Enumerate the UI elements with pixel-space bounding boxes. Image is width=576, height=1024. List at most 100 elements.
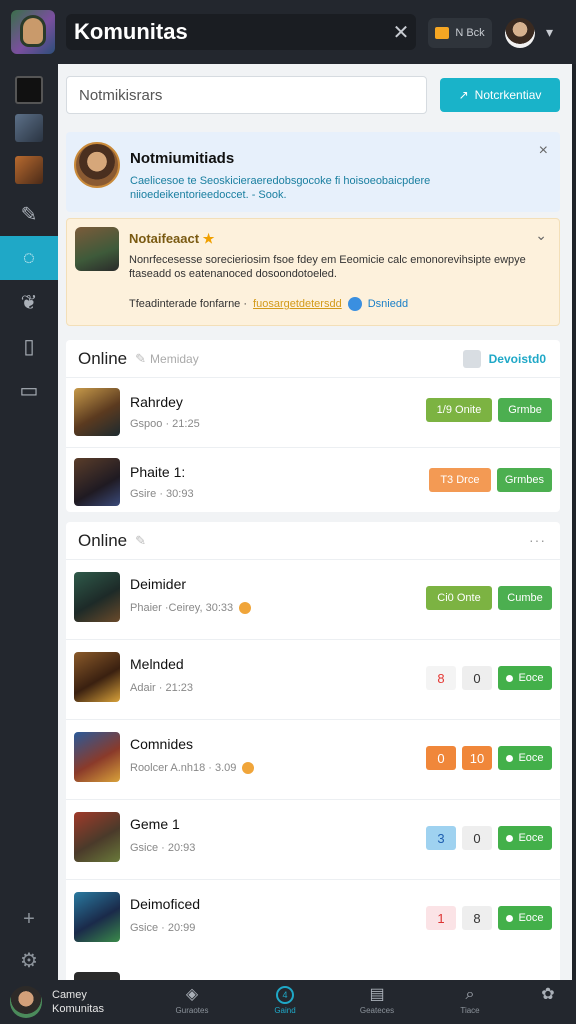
action-button[interactable]: Grmbes (496, 468, 552, 492)
calendar-icon (462, 350, 481, 368)
game-thumb (74, 972, 120, 980)
list-item[interactable]: Deimoficed Gsice · 20:99 1 8 Eoce (66, 880, 560, 960)
online-button[interactable]: Eoce (498, 746, 552, 770)
primary-action-label: Notcrkentiav (474, 88, 542, 102)
count-badge[interactable]: 3 (426, 826, 456, 850)
alert-footer: Tfeadinterade fonfarne · fuosargetdeters… (129, 297, 408, 311)
search-input[interactable]: Notmikisrars (66, 76, 427, 114)
tab-store[interactable]: ▤ Geateces (347, 986, 407, 1015)
partial-list-item (66, 968, 560, 980)
online-button[interactable]: Eoce (498, 906, 552, 930)
notice-card: Notmiumitiads Caelicesoe te Seoskicierae… (66, 132, 560, 212)
row-actions: 0 10 Eoce (426, 746, 552, 770)
game-thumb (74, 652, 120, 702)
currency-pill[interactable]: N Bck (428, 18, 492, 48)
close-icon[interactable]: ✕ (386, 20, 416, 45)
avatar[interactable] (10, 986, 42, 1018)
list-item[interactable]: Geme 1 Gsice · 20:93 3 0 Eoce (66, 800, 560, 880)
rail-item-book[interactable]: ▯ (0, 324, 58, 368)
edit-icon[interactable]: ✎ (135, 351, 146, 367)
edit-icon[interactable]: ✎ (135, 533, 146, 549)
row-name: Deimider (130, 576, 187, 592)
settings-icon[interactable]: ⚙ (0, 948, 58, 973)
rail-item-message[interactable]: ▭ (0, 368, 58, 412)
section-right-action[interactable]: Devoistd0 (462, 350, 546, 368)
online-button[interactable]: Eoce (498, 826, 552, 850)
alert-card: Notaifeaact ★ ⌄ Nonrfecesesse sorecierio… (66, 218, 560, 326)
count-badge[interactable]: 0 (426, 746, 456, 770)
chevron-down-icon[interactable]: ▾ (546, 24, 553, 41)
main-panel: Notmikisrars ↗ Notcrkentiav Notmiumitiad… (58, 64, 572, 980)
count-badge[interactable]: 1 (426, 906, 456, 930)
close-icon[interactable]: × (539, 142, 548, 160)
count-badge[interactable]: 8 (426, 666, 456, 690)
list-item[interactable]: Melnded Adair · 21:23 8 0 Eoce (66, 640, 560, 720)
tab-home[interactable]: 4 Gaind (255, 986, 315, 1015)
shield-icon: ❦ (20, 291, 38, 314)
row-meta: Phaier ·Ceirey, 30:33 (130, 602, 252, 614)
notice-text: Caelicesoe te Seoskicieraeredobsgocoke f… (130, 175, 431, 201)
top-search-bar[interactable]: Komunitas ✕ (66, 14, 416, 50)
alert-footer-link[interactable]: fuosargetdetersdd (253, 298, 342, 310)
tab-search[interactable]: ⌕ Tiace (440, 986, 500, 1015)
game-thumb (74, 388, 120, 436)
row-meta: Gsire · 30:93 (130, 488, 194, 500)
search-icon: ⌕ (465, 986, 475, 1003)
row-name: Deimoficed (130, 896, 201, 912)
game-thumb-icon (15, 156, 43, 184)
count-badge[interactable]: 10 (462, 746, 492, 770)
user-avatar[interactable] (505, 18, 535, 48)
home-icon: 4 (276, 986, 294, 1004)
tab-label: Gaind (274, 1006, 296, 1015)
app-window: Komunitas ✕ N Bck ▾ ✎ ◌ ❦ ▯ ▭ + ⚙ Notmik… (0, 0, 576, 1024)
list-item[interactable]: Phaite 1: Gsire · 30:93 T3 Drce Grmbes (66, 448, 560, 518)
action-button[interactable]: Cumbe (498, 586, 552, 610)
row-meta: Gsice · 20:93 (130, 842, 196, 854)
tab-guides[interactable]: ◈ Guraotes (162, 986, 222, 1015)
row-actions: 3 0 Eoce (426, 826, 552, 850)
more-icon[interactable]: ··· (529, 532, 546, 548)
count-badge[interactable]: 0 (462, 826, 492, 850)
tab-settings[interactable]: ✿ (518, 986, 576, 1004)
status-button[interactable]: Ci0 Onte (426, 586, 492, 610)
list-item[interactable]: Rahrdey Gspoo · 21:25 1/9 Onite Grmbe (66, 378, 560, 448)
notice-title: Notmiumitiads (130, 150, 235, 167)
row-meta: Adair · 21:23 (130, 682, 193, 694)
gear-icon: ✿ (541, 986, 555, 1003)
tab-label: Guraotes (175, 1006, 209, 1015)
row-name: Rahrdey (130, 394, 183, 410)
rail-item-shield[interactable]: ❦ (0, 280, 58, 324)
list-item[interactable]: Comnides Roolcer A.nh18 · 3.09 0 10 Eoce (66, 720, 560, 800)
app-logo[interactable] (11, 10, 55, 54)
row-name: Geme 1 (130, 816, 180, 832)
row-actions: T3 Drce Grmbes (428, 468, 552, 492)
list-item[interactable]: Deimider Phaier ·Ceirey, 30:33 Ci0 Onte … (66, 560, 560, 640)
alert-footer-link-2[interactable]: Dsniedd (368, 298, 408, 310)
row-actions: 1 8 Eoce (426, 906, 552, 930)
star-icon: ★ (202, 231, 215, 246)
status-button[interactable]: T3 Drce (428, 468, 491, 492)
primary-action-button[interactable]: ↗ Notcrkentiav (440, 78, 560, 112)
rail-item-puzzle[interactable]: ✎ (0, 192, 58, 236)
row-name: Phaite 1: (130, 464, 186, 480)
notice-avatar (74, 142, 120, 188)
rail-item-chat[interactable]: ◌ (0, 236, 58, 280)
action-button[interactable]: Grmbe (498, 398, 552, 422)
count-badge[interactable]: 0 (462, 666, 492, 690)
row-name: Melnded (130, 656, 184, 672)
top-bar: Komunitas ✕ N Bck ▾ (0, 0, 576, 64)
row-actions: 8 0 Eoce (426, 666, 552, 690)
online-button[interactable]: Eoce (498, 666, 552, 690)
row-meta: Roolcer A.nh18 · 3.09 (130, 762, 255, 774)
add-icon[interactable]: + (0, 908, 58, 931)
count-badge[interactable]: 8 (462, 906, 492, 930)
row-name: Comnides (130, 736, 194, 752)
bottom-user-community: Komunitas (52, 1003, 104, 1015)
chevron-down-icon[interactable]: ⌄ (535, 227, 547, 244)
game-thumb-icon (15, 76, 43, 104)
info-icon (347, 297, 362, 311)
rail-item-thumb-3[interactable] (0, 148, 58, 192)
puzzle-icon: ✎ (20, 203, 38, 226)
status-button[interactable]: 1/9 Onite (426, 398, 492, 422)
rail-item-thumb-2[interactable] (0, 106, 58, 150)
